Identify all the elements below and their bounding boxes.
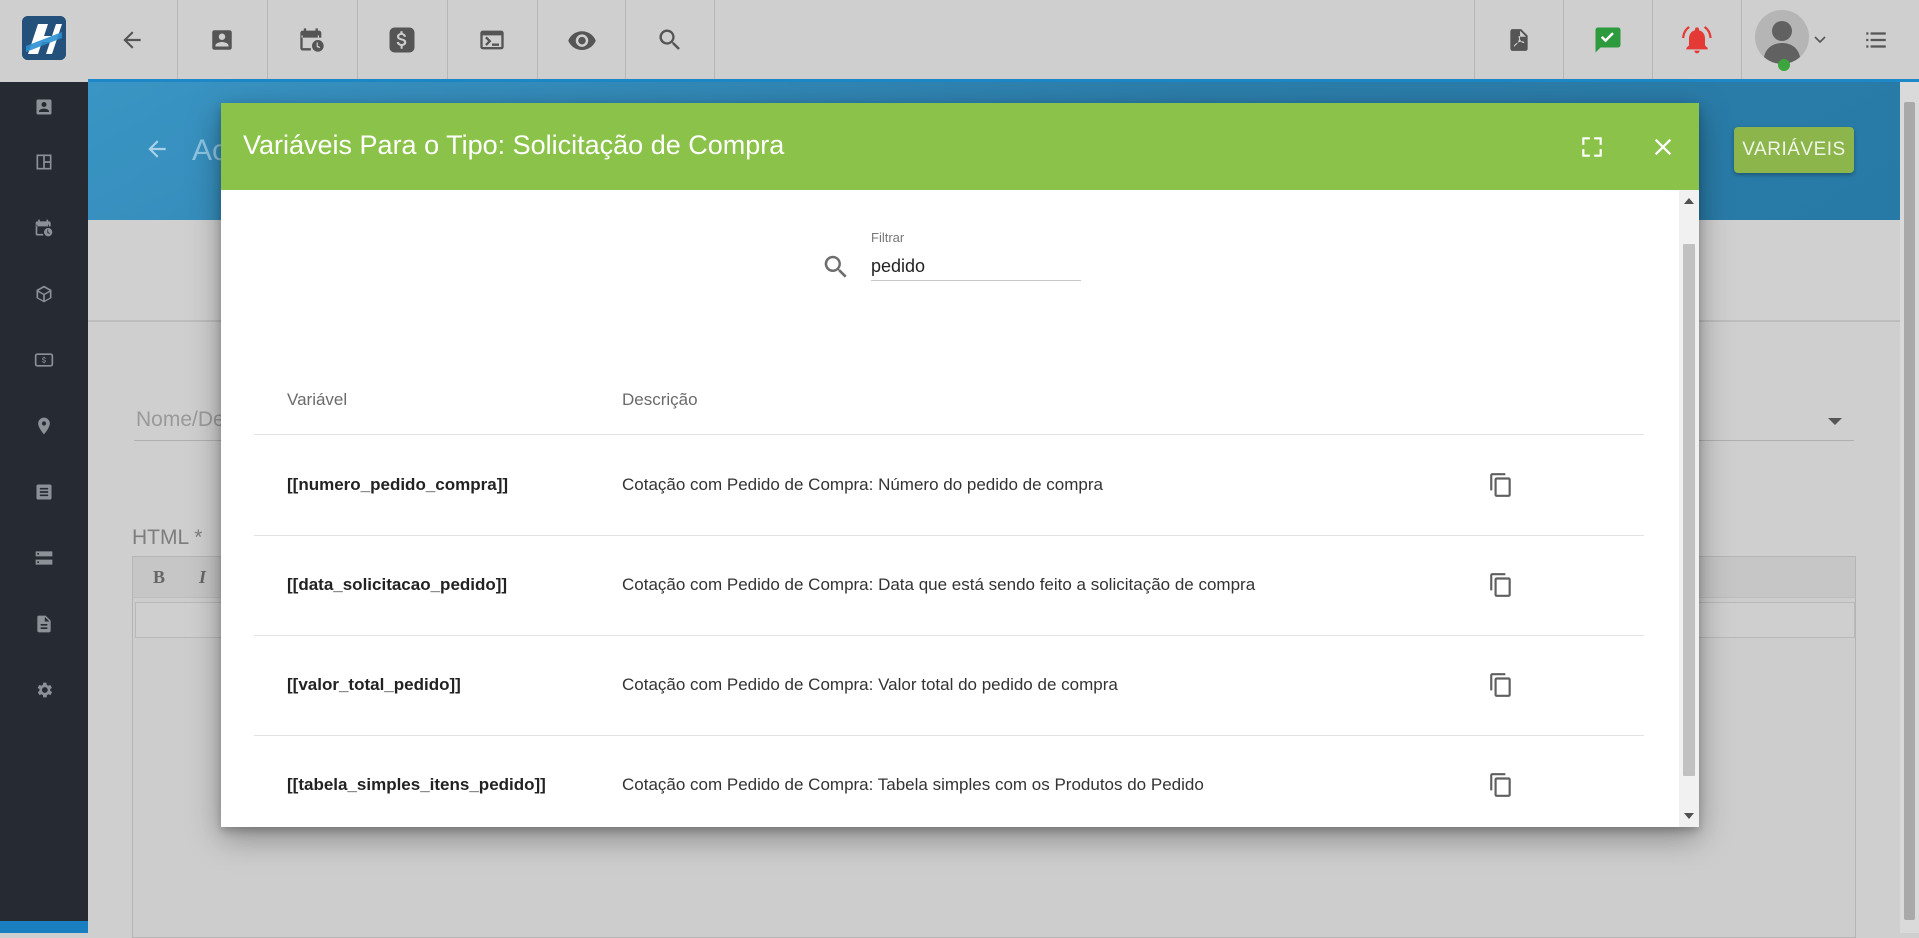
dialog-scrollbar[interactable] (1679, 190, 1699, 827)
sidebar-item-products[interactable] (0, 269, 88, 319)
column-header-description: Descrição (622, 390, 698, 409)
dialog-title: Variáveis Para o Tipo: Solicitação de Co… (243, 130, 785, 160)
copy-button[interactable] (1483, 467, 1519, 503)
copy-icon (1490, 473, 1511, 497)
avatar (1754, 9, 1810, 71)
fullscreen-button[interactable] (1570, 125, 1614, 169)
table-row: [[valor_total_pedido]] Cotação com Pedid… (254, 635, 1644, 736)
dialog-header: Variáveis Para o Tipo: Solicitação de Co… (221, 103, 1699, 190)
logo-container (0, 0, 88, 82)
filter-field: Filtrar (821, 226, 1121, 296)
chevron-down-icon (1814, 35, 1826, 43)
variable-name: [[tabela_simples_itens_pedido]] (287, 775, 546, 794)
back-arrow-icon (123, 30, 141, 49)
sidebar-item-locations[interactable] (0, 401, 88, 451)
location-icon (38, 417, 50, 435)
document-icon (37, 615, 51, 633)
sidebar-item-settings[interactable] (0, 665, 88, 715)
variable-name: [[data_solicitacao_pedido]] (287, 575, 508, 594)
terminal-button[interactable] (448, 0, 536, 79)
calendar-clock-icon (300, 27, 324, 52)
back-arrow-icon (148, 140, 166, 158)
sidebar-item-servers[interactable] (0, 533, 88, 583)
copy-icon (1490, 573, 1511, 597)
sidebar-accent (0, 921, 88, 933)
user-menu[interactable] (1750, 0, 1830, 79)
finance-button[interactable] (358, 0, 446, 79)
gear-icon (37, 682, 53, 698)
copy-button[interactable] (1483, 767, 1519, 803)
server-icon (35, 551, 53, 565)
list-menu-icon (1866, 31, 1886, 48)
messages-button[interactable] (1564, 0, 1652, 79)
search-button[interactable] (626, 0, 714, 79)
contact-card-icon (212, 29, 232, 50)
table-row: [[numero_pedido_compra]] Cotação com Ped… (254, 435, 1644, 536)
close-button[interactable] (1641, 125, 1685, 169)
dashboard-icon (36, 154, 52, 170)
chat-check-icon (1595, 27, 1621, 52)
page-back-button[interactable] (144, 136, 170, 162)
dialog-scrollbar-thumb[interactable] (1683, 244, 1695, 776)
page-scrollbar-thumb[interactable] (1904, 102, 1915, 920)
variable-description: Cotação com Pedido de Compra: Número do … (622, 475, 1103, 494)
variables-dialog: Variáveis Para o Tipo: Solicitação de Co… (221, 103, 1699, 827)
table-row: [[data_solicitacao_pedido]] Cotação com … (254, 535, 1644, 636)
search-icon (659, 29, 680, 50)
sidebar-item-records[interactable] (0, 467, 88, 517)
bell-alert-icon (1682, 25, 1712, 53)
back-button[interactable] (88, 0, 176, 79)
alerts-button[interactable] (1653, 0, 1741, 79)
copy-icon (1490, 673, 1511, 697)
sidebar (0, 82, 88, 933)
search-icon (824, 255, 847, 278)
dollar-icon (389, 27, 415, 52)
list-box-icon (36, 484, 52, 500)
view-button[interactable] (538, 0, 626, 79)
variable-description: Cotação com Pedido de Compra: Data que e… (622, 575, 1256, 594)
top-toolbar (0, 0, 1919, 82)
terminal-icon (480, 30, 504, 49)
name-field-label: Nome/De (136, 408, 225, 431)
eye-icon (568, 30, 596, 50)
html-field-label: HTML * (132, 526, 203, 549)
sidebar-item-finance[interactable] (0, 335, 88, 385)
box-icon (36, 285, 52, 303)
app-logo[interactable] (22, 16, 66, 60)
contacts-button[interactable] (178, 0, 266, 79)
close-icon (1654, 138, 1672, 156)
contact-icon (36, 99, 52, 115)
sidebar-item-dashboard[interactable] (0, 137, 88, 187)
sidebar-item-documents[interactable] (0, 599, 88, 649)
italic-button[interactable]: I (199, 567, 206, 588)
sidebar-item-schedule[interactable] (0, 203, 88, 253)
scroll-up-arrow[interactable] (1684, 198, 1694, 204)
money-icon (34, 353, 54, 367)
sidebar-item-contacts[interactable] (0, 82, 88, 132)
pdf-button[interactable] (1475, 0, 1563, 79)
copy-icon (1490, 773, 1511, 797)
filter-label: Filtrar (871, 230, 905, 245)
schedule-button[interactable] (268, 0, 356, 79)
scroll-down-arrow[interactable] (1684, 813, 1694, 819)
main-menu-button[interactable] (1832, 0, 1919, 79)
calendar-clock-icon (35, 219, 53, 237)
variable-name: [[valor_total_pedido]] (287, 675, 461, 694)
bold-button[interactable]: B (153, 567, 165, 588)
variable-description: Cotação com Pedido de Compra: Tabela sim… (622, 775, 1204, 794)
filter-input[interactable] (871, 252, 1081, 281)
copy-button[interactable] (1483, 567, 1519, 603)
copy-button[interactable] (1483, 667, 1519, 703)
name-dropdown-caret[interactable] (1828, 418, 1842, 425)
pdf-icon (1510, 28, 1528, 51)
table-row: [[tabela_simples_itens_pedido]] Cotação … (254, 735, 1644, 827)
user-avatar-icon (1755, 9, 1809, 71)
variable-description: Cotação com Pedido de Compra: Valor tota… (622, 675, 1118, 694)
variables-button[interactable]: VARIÁVEIS (1734, 127, 1854, 173)
variable-name: [[numero_pedido_compra]] (287, 475, 509, 494)
fullscreen-icon (1582, 137, 1602, 157)
column-header-variable: Variável (287, 390, 348, 409)
